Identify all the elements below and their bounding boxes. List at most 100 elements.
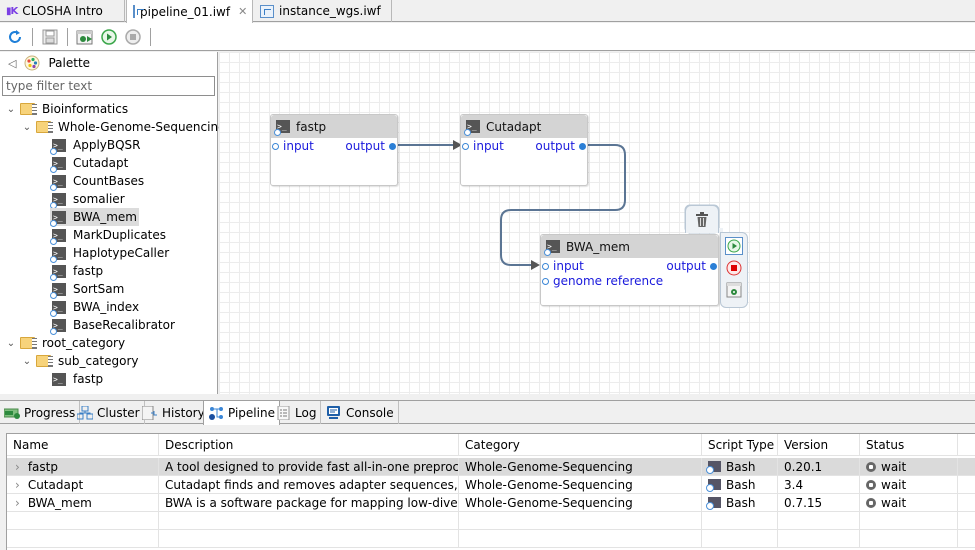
output-port[interactable]: output [535, 139, 586, 153]
tool-icon: >_ [50, 192, 66, 209]
refresh-button[interactable] [5, 27, 25, 47]
cell-version: 0.20.1 [778, 458, 860, 476]
input-port-dot[interactable] [542, 262, 549, 270]
cluster-icon [77, 405, 93, 419]
column-header-category[interactable]: Category [459, 434, 702, 456]
tab-history[interactable]: History [138, 401, 210, 424]
port-label: input [473, 139, 504, 153]
node-cutadapt[interactable]: >_ Cutadapt input output [460, 114, 588, 186]
expand-row-icon[interactable]: › [15, 478, 20, 492]
tree-item-tool[interactable]: >_ fastp [52, 370, 103, 388]
table-row[interactable]: › Cutadapt Cutadapt finds and removes ada… [7, 476, 975, 494]
node-settings-button[interactable] [726, 282, 742, 298]
palette-filter-input[interactable] [2, 76, 215, 96]
refresh-icon [9, 29, 21, 43]
delete-node-button[interactable] [685, 205, 719, 233]
run-button[interactable] [99, 27, 119, 47]
input-port[interactable]: input [462, 139, 504, 153]
tree-item-tool[interactable]: >_ somalier [50, 190, 125, 209]
input-port[interactable]: input [272, 139, 314, 153]
tree-item-label: sub_category [58, 354, 139, 368]
tab-pipeline[interactable]: Pipeline [203, 401, 280, 425]
input-port-genome-reference[interactable]: genome reference [542, 274, 663, 288]
tree-item-tool[interactable]: >_ Cutadapt [50, 154, 129, 173]
port-label: input [553, 259, 584, 273]
output-port[interactable]: output [345, 139, 396, 153]
input-port[interactable]: input [542, 259, 584, 273]
cell-description: Cutadapt finds and removes adapter seque… [159, 476, 459, 494]
node-title: fastp [296, 119, 327, 134]
output-port-dot[interactable] [579, 142, 586, 150]
tree-item-tool[interactable]: >_ ApplyBQSR [50, 136, 141, 155]
cell-name: › Cutadapt [7, 476, 159, 494]
expand-row-icon[interactable]: › [15, 496, 20, 510]
stop-node-button[interactable] [726, 260, 742, 276]
tab-cluster[interactable]: Cluster [73, 401, 145, 424]
palette-title: Palette [48, 56, 91, 70]
tool-icon: >_ [50, 174, 66, 191]
tree-item-root-category[interactable]: ⌄ root_category [6, 334, 125, 352]
stop-button[interactable] [123, 27, 143, 47]
tab-console[interactable]: Console [322, 401, 399, 424]
column-header-script-type[interactable]: Script Type [702, 434, 778, 456]
table-row[interactable]: › fastp A tool designed to provide fast a… [7, 458, 975, 476]
tab-label: pipeline_01.iwf [140, 4, 231, 19]
tree-item-label: Bioinformatics [42, 102, 129, 116]
tree-item-whole-genome-sequencing[interactable]: ⌄ Whole-Genome-Sequencing [22, 118, 226, 136]
settings-icon [726, 282, 742, 298]
workflow-canvas[interactable]: >_ fastp input output >_ Cutadapt input … [219, 52, 975, 394]
chevron-down-icon[interactable]: ⌄ [6, 104, 16, 115]
collapse-palette-icon[interactable]: ◁ [8, 57, 16, 70]
tab-closha-intro[interactable]: ▮K CLOSHA Intro [0, 0, 125, 22]
tab-label: Cluster [97, 405, 140, 420]
output-port-dot[interactable] [389, 142, 396, 150]
tree-item-tool-selected[interactable]: >_ BWA_mem [50, 208, 139, 227]
pipeline-view: Name Description Category Script Type Ve… [0, 425, 975, 550]
run-node-button[interactable] [725, 237, 743, 255]
row-name: fastp [27, 460, 58, 474]
input-port-dot[interactable] [462, 142, 469, 150]
node-fastp[interactable]: >_ fastp input output [270, 114, 398, 186]
table-row[interactable]: › BWA_mem BWA is a software package for m… [7, 494, 975, 512]
category-folder-icon [20, 103, 37, 115]
column-header-description[interactable]: Description [159, 434, 459, 456]
tree-item-bioinformatics[interactable]: ⌄ Bioinformatics [6, 100, 128, 118]
expand-row-icon[interactable]: › [15, 460, 20, 474]
tab-pipeline-01[interactable]: pipeline_01.iwf ✕ [126, 0, 253, 23]
input-port-dot[interactable] [542, 277, 549, 285]
tool-icon: >_ [50, 228, 66, 245]
tree-item-sub-category[interactable]: ⌄ sub_category [22, 352, 139, 370]
tab-instance-wgs[interactable]: instance_wgs.iwf [254, 0, 392, 22]
save-button[interactable] [40, 27, 60, 47]
tab-label: Pipeline [228, 406, 275, 420]
tree-item-label: Whole-Genome-Sequencing [58, 120, 226, 134]
tree-item-tool[interactable]: >_ BaseRecalibrator [50, 316, 175, 335]
toolbar-separator [150, 27, 151, 46]
tree-item-tool[interactable]: >_ BWA_index [50, 298, 139, 317]
node-header[interactable]: >_ Cutadapt [461, 115, 587, 138]
tree-item-tool[interactable]: >_ fastp [50, 262, 103, 281]
tree-item-tool[interactable]: >_ HaplotypeCaller [50, 244, 170, 263]
column-header-name[interactable]: Name [7, 434, 159, 456]
cell-script-type: Bash [702, 458, 778, 476]
tree-item-tool[interactable]: >_ SortSam [50, 280, 124, 299]
chevron-down-icon[interactable]: ⌄ [6, 338, 16, 349]
deploy-button[interactable] [75, 27, 95, 47]
chevron-down-icon[interactable]: ⌄ [22, 122, 32, 133]
column-header-version[interactable]: Version [778, 434, 860, 456]
tab-label: CLOSHA Intro [22, 4, 103, 18]
close-tab-icon[interactable]: ✕ [238, 5, 247, 18]
run-icon [101, 28, 117, 45]
node-header[interactable]: >_ fastp [271, 115, 397, 138]
tool-icon: >_ [50, 138, 66, 155]
tree-item-label: Cutadapt [73, 156, 129, 170]
input-port-dot[interactable] [272, 142, 279, 150]
tree-item-tool[interactable]: >_ CountBases [50, 172, 144, 191]
cell-description: A tool designed to provide fast all-in-o… [159, 458, 459, 476]
tab-log[interactable]: Log [273, 401, 322, 424]
column-header-status[interactable]: Status [860, 434, 958, 456]
tree-item-label: HaplotypeCaller [73, 246, 170, 260]
tab-progress[interactable]: Progress [0, 401, 81, 424]
chevron-down-icon[interactable]: ⌄ [22, 356, 32, 367]
tree-item-tool[interactable]: >_ MarkDuplicates [50, 226, 166, 245]
